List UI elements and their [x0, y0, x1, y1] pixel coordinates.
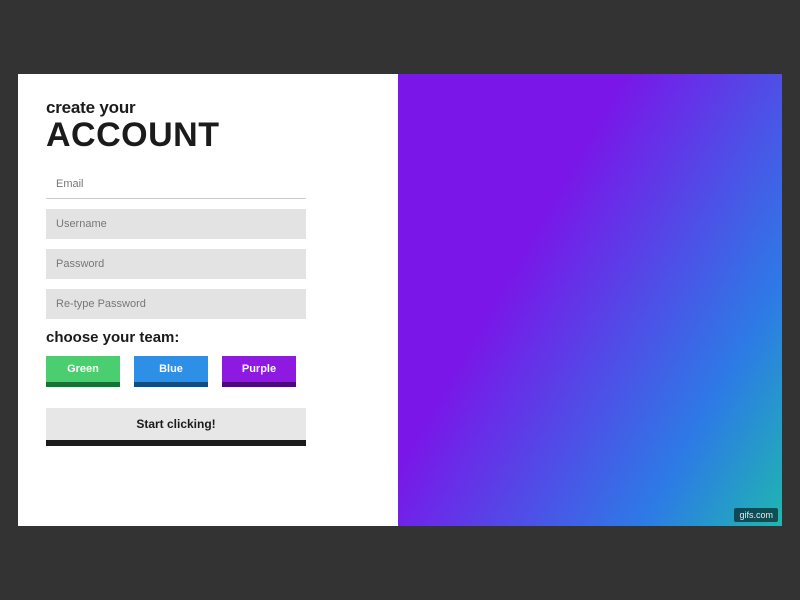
- team-button-green[interactable]: Green: [46, 356, 120, 382]
- confirm-password-field[interactable]: [46, 289, 306, 319]
- email-field[interactable]: [46, 169, 306, 199]
- team-label: choose your team:: [46, 329, 370, 346]
- username-field[interactable]: [46, 209, 306, 239]
- team-button-blue[interactable]: Blue: [134, 356, 208, 382]
- team-button-purple[interactable]: Purple: [222, 356, 296, 382]
- watermark: gifs.com: [734, 508, 778, 522]
- hero-gradient: [398, 74, 782, 526]
- password-field[interactable]: [46, 249, 306, 279]
- heading-small: create your: [46, 98, 370, 118]
- heading-large: ACCOUNT: [46, 116, 370, 155]
- submit-wrap: Start clicking!: [46, 408, 306, 440]
- signup-card: create your ACCOUNT choose your team: Gr…: [18, 74, 782, 526]
- team-options: Green Blue Purple: [46, 356, 370, 382]
- submit-shadow: [46, 440, 306, 446]
- form-panel: create your ACCOUNT choose your team: Gr…: [18, 74, 398, 526]
- signup-form: [46, 169, 370, 319]
- submit-button[interactable]: Start clicking!: [46, 408, 306, 440]
